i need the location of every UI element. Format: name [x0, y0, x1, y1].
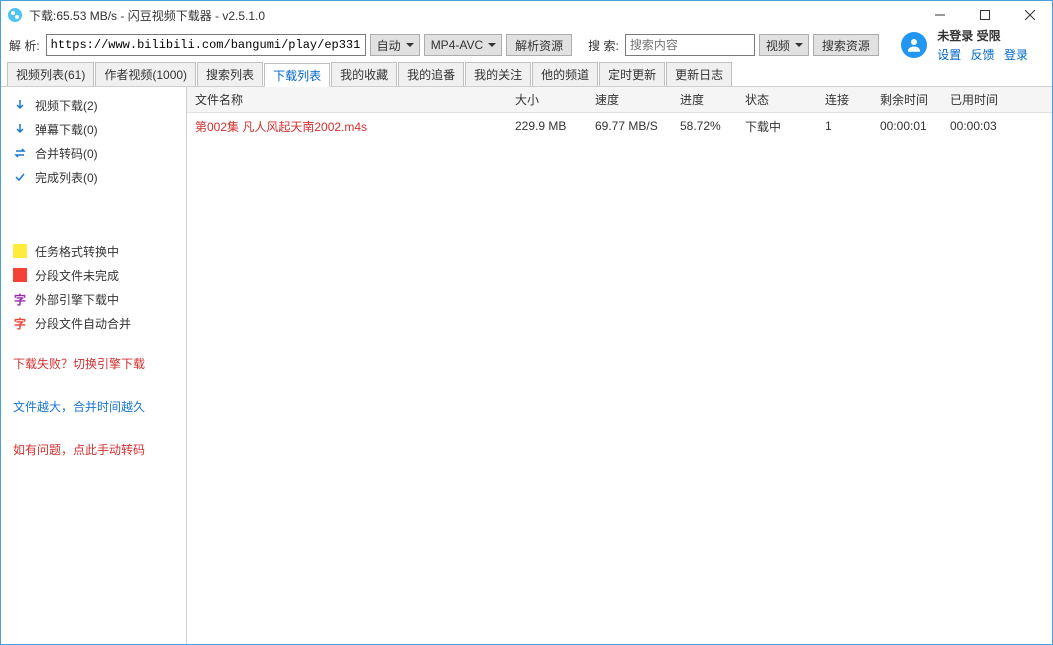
- sidebar-item[interactable]: 合并转码(0): [1, 141, 186, 165]
- search-input[interactable]: [625, 34, 755, 56]
- toolbar: 解 析: 自动 MP4-AVC 解析资源 搜 索: 视频 搜索资源 未登录 受限…: [1, 29, 1052, 61]
- down-arrow-icon: [13, 123, 27, 135]
- cell-conn: 1: [817, 119, 872, 133]
- th-speed[interactable]: 速度: [587, 91, 672, 108]
- tab-bar: 视频列表(61)作者视频(1000)搜索列表下载列表我的收藏我的追番我的关注他的…: [1, 61, 1052, 87]
- minimize-button[interactable]: [917, 1, 962, 29]
- legend-swatch: [13, 244, 27, 258]
- parse-button[interactable]: 解析资源: [506, 34, 572, 56]
- search-button[interactable]: 搜索资源: [813, 34, 879, 56]
- cell-status: 下载中: [737, 118, 817, 135]
- legend-item: 任务格式转换中: [1, 239, 186, 263]
- titlebar: 下载:65.53 MB/s - 闪豆视频下载器 - v2.5.1.0: [1, 1, 1052, 29]
- cell-filename: 第002集 凡人风起天南2002.m4s: [187, 118, 507, 135]
- down-arrow-icon: [13, 99, 27, 111]
- sidebar-item-label: 完成列表(0): [35, 169, 98, 186]
- legend-label: 分段文件未完成: [35, 267, 119, 284]
- tab[interactable]: 下载列表: [264, 63, 330, 87]
- search-label: 搜 索:: [588, 37, 619, 54]
- legend-char: 字: [13, 315, 27, 332]
- legend-label: 外部引擎下载中: [35, 291, 119, 308]
- sidebar-item[interactable]: 视频下载(2): [1, 93, 186, 117]
- th-status[interactable]: 状态: [737, 91, 817, 108]
- th-conn[interactable]: 连接: [817, 91, 872, 108]
- legend-item: 分段文件未完成: [1, 263, 186, 287]
- parse-label: 解 析:: [9, 37, 40, 54]
- sidebar-item-label: 视频下载(2): [35, 97, 98, 114]
- th-elapsed[interactable]: 已用时间: [942, 91, 1012, 108]
- cell-remain: 00:00:01: [872, 119, 942, 133]
- cell-elapsed: 00:00:03: [942, 119, 1012, 133]
- th-filename[interactable]: 文件名称: [187, 91, 507, 108]
- tab[interactable]: 定时更新: [599, 62, 665, 86]
- hint-link[interactable]: 下载失败？切换引擎下载: [1, 349, 186, 378]
- legend-item: 字分段文件自动合并: [1, 311, 186, 335]
- legend-item: 字外部引擎下载中: [1, 287, 186, 311]
- tab[interactable]: 我的关注: [465, 62, 531, 86]
- tab[interactable]: 我的收藏: [331, 62, 397, 86]
- feedback-link[interactable]: 反馈: [971, 48, 995, 62]
- url-input[interactable]: [46, 34, 366, 56]
- settings-link[interactable]: 设置: [937, 48, 961, 62]
- cell-progress: 58.72%: [672, 119, 737, 133]
- sidebar-item-label: 弹幕下载(0): [35, 121, 98, 138]
- tab[interactable]: 视频列表(61): [7, 62, 94, 86]
- th-remain[interactable]: 剩余时间: [872, 91, 942, 108]
- table-header: 文件名称 大小 速度 进度 状态 连接 剩余时间 已用时间: [187, 87, 1052, 113]
- cell-size: 229.9 MB: [507, 119, 587, 133]
- app-icon: [7, 7, 23, 23]
- tab[interactable]: 我的追番: [398, 62, 464, 86]
- sidebar-item[interactable]: 弹幕下载(0): [1, 117, 186, 141]
- cell-speed: 69.77 MB/S: [587, 119, 672, 133]
- hint-link[interactable]: 文件越大，合并时间越久: [1, 392, 186, 421]
- swap-icon: [13, 147, 27, 159]
- legend-label: 分段文件自动合并: [35, 315, 131, 332]
- format-select[interactable]: MP4-AVC: [424, 34, 502, 56]
- th-progress[interactable]: 进度: [672, 91, 737, 108]
- window-title: 下载:65.53 MB/s - 闪豆视频下载器 - v2.5.1.0: [29, 7, 917, 24]
- hint-link[interactable]: 如有问题，点此手动转码: [1, 435, 186, 464]
- download-table: 文件名称 大小 速度 进度 状态 连接 剩余时间 已用时间 第002集 凡人风起…: [187, 87, 1052, 644]
- avatar[interactable]: [901, 32, 927, 58]
- legend-char: 字: [13, 291, 27, 308]
- login-status: 未登录 受限: [937, 27, 1000, 44]
- sidebar-item-label: 合并转码(0): [35, 145, 98, 162]
- search-type-select[interactable]: 视频: [759, 34, 809, 56]
- user-area: 未登录 受限 设置 反馈 登录: [901, 27, 1044, 63]
- sidebar-item[interactable]: 完成列表(0): [1, 165, 186, 189]
- check-icon: [13, 171, 27, 183]
- tab[interactable]: 他的频道: [532, 62, 598, 86]
- sidebar: 视频下载(2) 弹幕下载(0) 合并转码(0) 完成列表(0) 任务格式转换中分段文件…: [1, 87, 187, 644]
- legend-label: 任务格式转换中: [35, 243, 119, 260]
- login-link[interactable]: 登录: [1004, 48, 1028, 62]
- tab[interactable]: 搜索列表: [197, 62, 263, 86]
- maximize-button[interactable]: [962, 1, 1007, 29]
- tab[interactable]: 作者视频(1000): [95, 62, 196, 86]
- close-button[interactable]: [1007, 1, 1052, 29]
- th-size[interactable]: 大小: [507, 91, 587, 108]
- legend-swatch: [13, 268, 27, 282]
- table-row[interactable]: 第002集 凡人风起天南2002.m4s229.9 MB69.77 MB/S58…: [187, 113, 1052, 139]
- mode-select[interactable]: 自动: [370, 34, 420, 56]
- tab[interactable]: 更新日志: [666, 62, 732, 86]
